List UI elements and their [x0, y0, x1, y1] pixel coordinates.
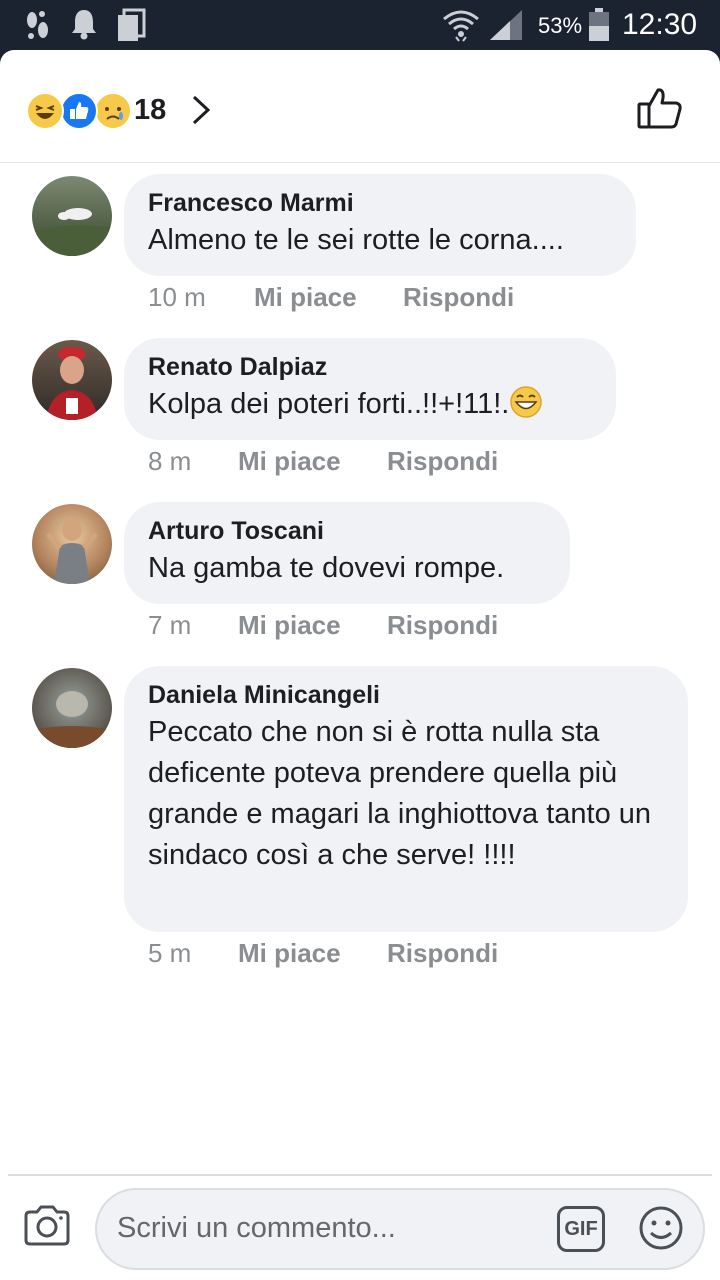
comment-time: 5 m — [148, 938, 192, 968]
like-comment-button[interactable]: Mi piace — [238, 938, 341, 969]
comment-text: Kolpa dei poteri forti..!!+!11!. — [148, 388, 510, 420]
commenter-name[interactable]: Daniela Minicangeli — [148, 678, 664, 712]
avatar[interactable] — [32, 340, 112, 420]
wifi-icon — [442, 8, 480, 47]
comment-bubble[interactable]: Daniela Minicangeli Peccato che non si è… — [124, 666, 688, 932]
comment-time: 10 m — [148, 282, 206, 312]
comment-bubble[interactable]: Renato Dalpiaz Kolpa dei poteri forti..!… — [124, 338, 616, 440]
comment-composer: Scrivi un commento... GIF — [0, 1176, 720, 1280]
comment-time: 8 m — [148, 446, 192, 476]
avatar[interactable] — [32, 504, 112, 584]
like-icon[interactable] — [636, 86, 684, 135]
battery-percent: 53% — [538, 13, 583, 38]
comment-text: Almeno te le sei rotte le corna.... — [148, 224, 564, 256]
reply-button[interactable]: Rispondi — [387, 938, 498, 969]
comment-text: Na gamba te dovevi rompe. — [148, 552, 505, 584]
bell-icon — [70, 8, 98, 45]
like-comment-button[interactable]: Mi piace — [238, 610, 341, 641]
like-reaction-icon — [60, 92, 98, 130]
laugh-reaction-icon — [26, 92, 64, 130]
footsteps-icon — [22, 8, 52, 47]
like-comment-button[interactable]: Mi piace — [238, 446, 341, 477]
comment-time: 7 m — [148, 610, 192, 640]
sticker-smile-icon[interactable] — [637, 1204, 685, 1257]
copy-icon — [116, 8, 146, 47]
camera-icon[interactable] — [22, 1204, 72, 1253]
comment-bubble[interactable]: Francesco Marmi Almeno te le sei rotte l… — [124, 174, 636, 276]
sad-reaction-icon — [94, 92, 132, 130]
reply-button[interactable]: Rispondi — [403, 282, 514, 313]
avatar[interactable] — [32, 176, 112, 256]
reaction-count: 18 — [134, 94, 167, 126]
comments-sheet: 18 Francesco Marmi Almeno te le sei rott… — [0, 50, 720, 1280]
comment-text-row: Kolpa dei poteri forti..!!+!11!. — [148, 384, 592, 431]
signal-icon — [488, 8, 524, 47]
commenter-name[interactable]: Francesco Marmi — [148, 186, 612, 220]
comment-text: Peccato che non si è rotta nulla sta def… — [148, 716, 652, 871]
commenter-name[interactable]: Arturo Toscani — [148, 514, 546, 548]
commenter-name[interactable]: Renato Dalpiaz — [148, 350, 592, 384]
like-comment-button[interactable]: Mi piace — [254, 282, 357, 313]
chevron-right-icon[interactable] — [190, 94, 214, 131]
comment-input[interactable]: Scrivi un commento... GIF — [95, 1188, 705, 1270]
comment-bubble[interactable]: Arturo Toscani Na gamba te dovevi rompe. — [124, 502, 570, 604]
grin-emoji-icon — [509, 385, 543, 431]
battery-icon — [588, 8, 610, 47]
clock: 12:30 — [622, 8, 698, 41]
reply-button[interactable]: Rispondi — [387, 446, 498, 477]
reply-button[interactable]: Rispondi — [387, 610, 498, 641]
comment-input-placeholder: Scrivi un commento... — [117, 1212, 396, 1244]
reactions-header[interactable]: 18 — [0, 50, 720, 163]
status-bar: 53% 12:30 — [0, 0, 720, 50]
gif-button[interactable]: GIF — [557, 1206, 605, 1252]
avatar[interactable] — [32, 668, 112, 748]
